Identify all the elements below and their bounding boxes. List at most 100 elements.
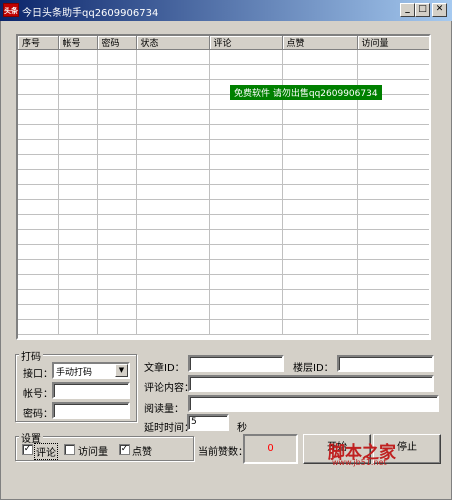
table-cell bbox=[18, 154, 59, 170]
table-cell bbox=[282, 304, 358, 320]
captcha-account-input[interactable] bbox=[52, 382, 130, 399]
table-row[interactable] bbox=[18, 304, 429, 320]
table-row[interactable] bbox=[18, 64, 429, 80]
table-row[interactable] bbox=[18, 244, 429, 260]
table-cell bbox=[18, 259, 59, 275]
app-icon: 头条 bbox=[3, 3, 19, 17]
likes-checkbox-label[interactable]: 点赞 bbox=[132, 443, 152, 458]
table-cell bbox=[97, 139, 137, 155]
table-cell bbox=[18, 229, 59, 245]
table-row[interactable] bbox=[18, 184, 429, 200]
account-table[interactable]: 序号 帐号 密码 状态 评论 点赞 访问量 bbox=[16, 34, 431, 340]
table-cell bbox=[209, 214, 283, 230]
table-cell bbox=[282, 139, 358, 155]
comment-content-label: 评论内容： bbox=[144, 383, 194, 394]
table-cell bbox=[357, 184, 429, 200]
table-row[interactable] bbox=[18, 274, 429, 290]
port-select[interactable]: 手动打码 ▼ bbox=[52, 362, 130, 379]
table-cell bbox=[18, 49, 59, 65]
table-cell bbox=[97, 124, 137, 140]
table-row[interactable] bbox=[18, 199, 429, 215]
captcha-group-label: 打码 bbox=[19, 348, 43, 363]
likes-checkbox[interactable]: ✓ bbox=[119, 444, 130, 455]
article-id-label: 文章ID： bbox=[144, 363, 185, 374]
captcha-password-input[interactable] bbox=[52, 402, 130, 419]
comment-checkbox-label[interactable]: 评论 bbox=[34, 443, 58, 460]
table-cell bbox=[18, 274, 59, 290]
read-count-input[interactable] bbox=[188, 395, 439, 412]
minimize-icon: _ bbox=[405, 4, 410, 14]
table-cell bbox=[357, 109, 429, 125]
column-header-comment[interactable]: 评论 bbox=[209, 36, 283, 50]
table-row[interactable] bbox=[18, 154, 429, 170]
article-id-input[interactable] bbox=[188, 355, 284, 372]
table-row[interactable] bbox=[18, 229, 429, 245]
column-header-password[interactable]: 密码 bbox=[97, 36, 137, 50]
table-cell bbox=[97, 64, 137, 80]
table-row[interactable] bbox=[18, 124, 429, 140]
table-cell bbox=[357, 289, 429, 305]
comment-checkbox[interactable]: ✓ bbox=[22, 444, 33, 455]
table-row[interactable] bbox=[18, 289, 429, 305]
table-row[interactable] bbox=[18, 259, 429, 275]
current-likes-value: 0 bbox=[243, 434, 298, 464]
visits-checkbox-label[interactable]: 访问量 bbox=[78, 443, 108, 458]
table-cell bbox=[97, 199, 137, 215]
table-row[interactable] bbox=[18, 139, 429, 155]
delay-input[interactable]: 5 bbox=[187, 414, 229, 431]
table-cell bbox=[18, 169, 59, 185]
table-cell bbox=[282, 184, 358, 200]
comment-content-input[interactable] bbox=[188, 375, 434, 392]
table-cell bbox=[136, 274, 210, 290]
chevron-down-icon[interactable]: ▼ bbox=[115, 364, 128, 377]
table-row[interactable] bbox=[18, 169, 429, 185]
table-cell bbox=[58, 109, 98, 125]
table-cell bbox=[282, 154, 358, 170]
table-cell bbox=[357, 214, 429, 230]
table-cell bbox=[136, 214, 210, 230]
table-cell bbox=[18, 139, 59, 155]
table-cell bbox=[97, 319, 137, 335]
table-cell bbox=[58, 124, 98, 140]
table-cell bbox=[97, 244, 137, 260]
table-cell bbox=[136, 319, 210, 335]
table-cell bbox=[58, 169, 98, 185]
read-count-label: 阅读量： bbox=[144, 404, 184, 415]
table-cell bbox=[136, 229, 210, 245]
table-cell bbox=[58, 289, 98, 305]
table-cell bbox=[136, 109, 210, 125]
table-cell bbox=[357, 169, 429, 185]
table-row[interactable] bbox=[18, 109, 429, 125]
column-header-index[interactable]: 序号 bbox=[18, 36, 59, 50]
table-cell bbox=[58, 154, 98, 170]
table-row[interactable] bbox=[18, 214, 429, 230]
column-header-likes[interactable]: 点赞 bbox=[282, 36, 358, 50]
floor-id-input[interactable] bbox=[337, 355, 434, 372]
table-cell bbox=[209, 289, 283, 305]
table-cell bbox=[97, 274, 137, 290]
table-cell bbox=[282, 319, 358, 335]
table-cell bbox=[357, 64, 429, 80]
table-cell bbox=[209, 184, 283, 200]
close-button[interactable]: ✕ bbox=[432, 3, 447, 17]
visits-checkbox[interactable] bbox=[64, 444, 75, 455]
table-cell bbox=[136, 64, 210, 80]
table-cell bbox=[136, 124, 210, 140]
table-cell bbox=[136, 289, 210, 305]
column-header-status[interactable]: 状态 bbox=[136, 36, 210, 50]
table-cell bbox=[136, 259, 210, 275]
table-cell bbox=[282, 289, 358, 305]
table-cell bbox=[58, 304, 98, 320]
table-cell bbox=[136, 169, 210, 185]
table-row[interactable] bbox=[18, 319, 429, 335]
free-software-banner: 免费软件 请勿出售qq2609906734 bbox=[230, 85, 382, 100]
maximize-button[interactable]: □ bbox=[415, 3, 430, 17]
column-header-account[interactable]: 帐号 bbox=[58, 36, 98, 50]
table-cell bbox=[209, 199, 283, 215]
port-label: 接口： bbox=[23, 369, 53, 380]
table-cell bbox=[209, 109, 283, 125]
table-row[interactable] bbox=[18, 49, 429, 65]
column-header-visits[interactable]: 访问量 bbox=[357, 36, 429, 50]
minimize-button[interactable]: _ bbox=[400, 3, 415, 17]
table-cell bbox=[18, 109, 59, 125]
